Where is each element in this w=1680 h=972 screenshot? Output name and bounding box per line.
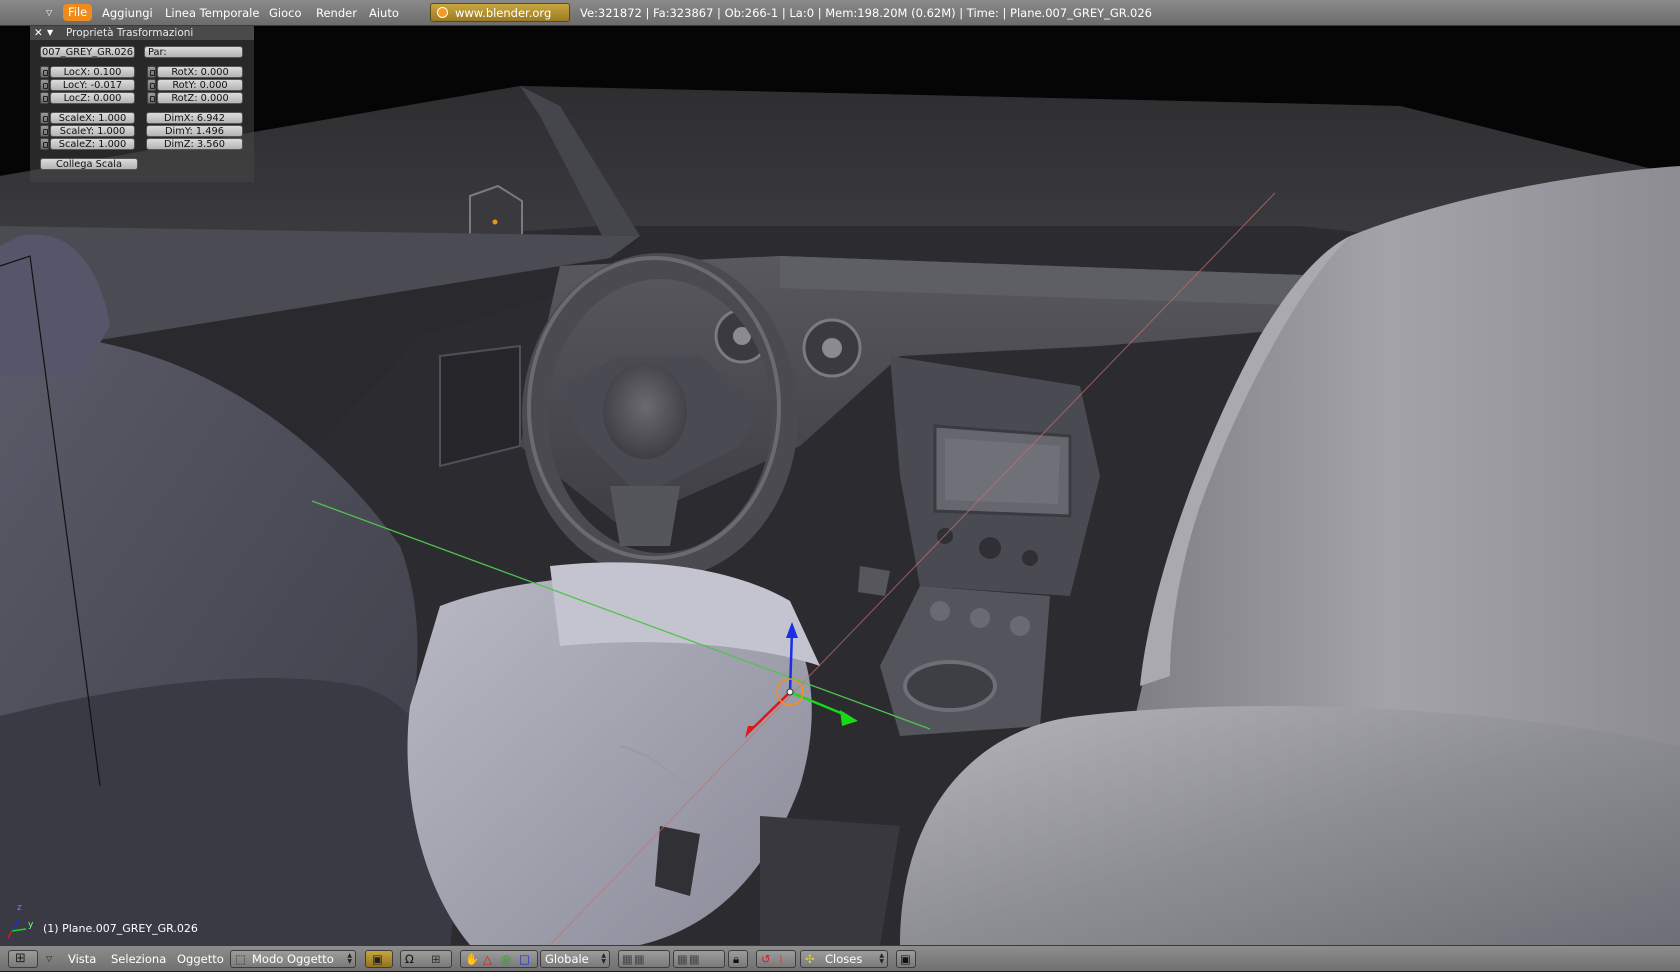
draw-type-button[interactable]: ▣ xyxy=(365,950,393,968)
snap-target-dropdown[interactable]: ✣ Closes ▲ ▼ xyxy=(800,950,888,968)
hand-icon: ✋ xyxy=(465,952,480,966)
layer-buttons-1[interactable]: ▦▦ xyxy=(618,950,670,968)
falloff-icon: ⁞ xyxy=(779,952,783,966)
header-collapse-icon[interactable]: ▽ xyxy=(46,946,52,972)
scalex-field[interactable]: ScaleX: 1.000 xyxy=(50,112,135,124)
active-object-label: (1) Plane.007_GREY_GR.026 xyxy=(43,922,198,935)
dropdown-arrows-icon: ▲ ▼ xyxy=(347,952,352,965)
layers-icon: ▦▦ xyxy=(677,952,701,966)
locx-field[interactable]: LocX: 0.100 xyxy=(50,66,135,78)
menu-aggiungi[interactable]: Aggiungi xyxy=(102,0,153,26)
lock-scalex-icon[interactable] xyxy=(40,112,49,124)
blender-url-link[interactable]: www.blender.org 248 xyxy=(430,3,570,22)
menu-aiuto[interactable]: Aiuto xyxy=(369,0,399,26)
parent-field[interactable]: Par: xyxy=(144,46,243,58)
dimx-field[interactable]: DimX: 6.942 xyxy=(146,112,243,124)
transform-properties-panel: ✕ ▼ Proprietà Trasformazioni 007_GREY_GR… xyxy=(30,26,254,182)
lock-locx-icon[interactable] xyxy=(40,66,49,78)
rotate-icon: ◎ xyxy=(501,952,512,966)
orientation-dropdown[interactable]: Globale ▲ ▼ xyxy=(540,950,610,968)
top-menu-bar: ▽ File Aggiungi Linea Temporale Gioco Re… xyxy=(0,0,1680,26)
menu-seleziona[interactable]: Seleziona xyxy=(111,946,166,972)
dropdown-arrows-icon: ▲ ▼ xyxy=(879,952,884,965)
lock-locz-icon[interactable] xyxy=(40,92,49,104)
mode-dropdown[interactable]: ⬚ Modo Oggetto ▲ ▼ xyxy=(230,950,356,968)
lock-rotx-icon[interactable] xyxy=(147,66,156,78)
panel-title: Proprietà Trasformazioni xyxy=(66,27,194,39)
mode-value: Modo Oggetto xyxy=(252,952,334,966)
link-scale-button[interactable]: Collega Scala xyxy=(40,158,138,170)
roty-field[interactable]: RotY: 0.000 xyxy=(157,79,243,91)
lock-locy-icon[interactable] xyxy=(40,79,49,91)
panel-header[interactable]: ✕ ▼ Proprietà Trasformazioni xyxy=(30,26,254,40)
menu-render[interactable]: Render xyxy=(316,0,357,26)
dimy-field[interactable]: DimY: 1.496 xyxy=(146,125,243,137)
object-mode-icon: ⬚ xyxy=(235,952,246,966)
snap-target-value: Closes xyxy=(825,952,863,966)
menu-gioco[interactable]: Gioco xyxy=(269,0,302,26)
locy-field[interactable]: LocY: -0.017 xyxy=(50,79,135,91)
dimz-field[interactable]: DimZ: 3.560 xyxy=(146,138,243,150)
axis-y-label: y xyxy=(28,920,34,930)
axis-z-label: z xyxy=(17,903,22,913)
menu-oggetto[interactable]: Oggetto xyxy=(177,946,224,972)
url-text: www.blender.org 248 xyxy=(455,6,552,20)
grid-icon: ⊞ xyxy=(431,952,441,966)
menu-vista[interactable]: Vista xyxy=(68,946,96,972)
lock-icon: 🔒︎ xyxy=(733,952,740,966)
render-preview-button[interactable]: ▣ xyxy=(896,950,916,968)
collapse-triangle-icon[interactable]: ▼ xyxy=(47,26,53,40)
layers-icon: ▦▦ xyxy=(622,952,646,966)
view-lock-buttons[interactable]: Ω ⊞ xyxy=(400,950,452,968)
manipulator-buttons[interactable]: ✋ △ ◎ □ xyxy=(460,950,538,968)
image-icon: ▣ xyxy=(900,952,911,966)
rotz-field[interactable]: RotZ: 0.000 xyxy=(157,92,243,104)
headphones-icon: Ω xyxy=(405,952,414,966)
menu-file[interactable]: File xyxy=(63,4,93,21)
proportional-edit-icon: ↺ xyxy=(761,952,771,966)
editor-collapse-icon[interactable]: ▽ xyxy=(46,0,52,26)
lock-scalez-icon[interactable] xyxy=(40,138,49,150)
lock-layers-button[interactable]: 🔒︎ xyxy=(728,950,748,968)
lock-scaley-icon[interactable] xyxy=(40,125,49,137)
close-icon[interactable]: ✕ xyxy=(34,26,43,40)
viewport-header-bar: ⊞ ▽ Vista Seleziona Oggetto ⬚ Modo Ogget… xyxy=(0,945,1680,971)
lock-rotz-icon[interactable] xyxy=(147,92,156,104)
scalez-field[interactable]: ScaleZ: 1.000 xyxy=(50,138,135,150)
menu-linea-temporale[interactable]: Linea Temporale xyxy=(165,0,259,26)
orientation-value: Globale xyxy=(545,952,589,966)
proportional-edit-button[interactable]: ↺ ⁞ xyxy=(756,950,796,968)
snap-icon: ✣ xyxy=(805,952,815,966)
object-name-field[interactable]: 007_GREY_GR.026 xyxy=(40,46,135,58)
editor-type-icon[interactable]: ⊞ xyxy=(8,950,38,968)
scaley-field[interactable]: ScaleY: 1.000 xyxy=(50,125,135,137)
dropdown-arrows-icon: ▲ ▼ xyxy=(601,952,606,965)
blender-logo-icon xyxy=(437,7,448,18)
layer-buttons-2[interactable]: ▦▦ xyxy=(673,950,725,968)
lock-roty-icon[interactable] xyxy=(147,79,156,91)
scale-icon: □ xyxy=(519,952,530,966)
scene-stats: Ve:321872 | Fa:323867 | Ob:266-1 | La:0 … xyxy=(580,6,1152,20)
locz-field[interactable]: LocZ: 0.000 xyxy=(50,92,135,104)
translate-icon: △ xyxy=(483,952,492,966)
rotx-field[interactable]: RotX: 0.000 xyxy=(157,66,243,78)
